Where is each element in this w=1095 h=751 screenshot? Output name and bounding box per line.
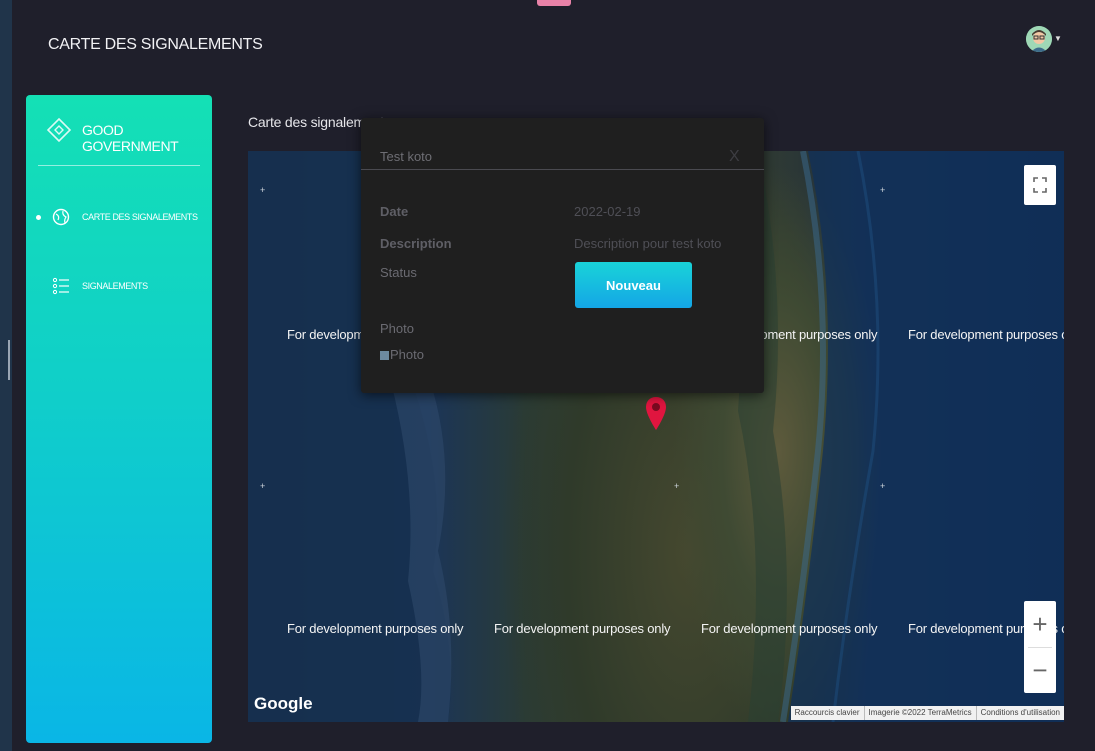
edge-handle-icon bbox=[8, 340, 14, 380]
sidebar-item-label: CARTE DES SIGNALEMENTS bbox=[82, 212, 198, 222]
zoom-control: + − bbox=[1024, 601, 1056, 693]
signalement-popup: Test koto X Date 2022-02-19 Description … bbox=[361, 118, 764, 393]
description-label: Description bbox=[380, 236, 452, 251]
sidebar-brand: GOOD GOVERNMENT bbox=[82, 122, 179, 154]
grid-mark: + bbox=[260, 185, 266, 195]
grid-mark: + bbox=[260, 481, 266, 491]
top-indicator bbox=[537, 0, 571, 6]
popup-divider bbox=[361, 169, 764, 170]
popup-title: Test koto bbox=[380, 149, 433, 164]
map-pin-icon[interactable] bbox=[645, 396, 667, 432]
close-button[interactable]: X bbox=[729, 148, 740, 166]
photo-alt-text: Photo bbox=[390, 347, 424, 362]
date-label: Date bbox=[380, 204, 409, 219]
grid-mark: + bbox=[674, 481, 680, 491]
status-label: Status bbox=[380, 265, 417, 280]
sidebar-item-signalements[interactable]: SIGNALEMENTS bbox=[26, 271, 212, 301]
sidebar-item-carte[interactable]: CARTE DES SIGNALEMENTS bbox=[26, 202, 212, 232]
avatar-caret-icon[interactable]: ▼ bbox=[1054, 34, 1062, 43]
status-button[interactable]: Nouveau bbox=[575, 262, 692, 308]
date-value: 2022-02-19 bbox=[574, 204, 641, 219]
map-attribution: Raccourcis clavier Imagerie ©2022 TerraM… bbox=[790, 706, 1064, 720]
dev-watermark: For development purposes only bbox=[287, 621, 464, 636]
active-bullet-icon bbox=[36, 214, 41, 220]
sidebar-divider bbox=[38, 165, 200, 166]
photo-label: Photo bbox=[380, 321, 414, 336]
grid-mark: + bbox=[880, 481, 886, 491]
keyboard-shortcuts-link[interactable]: Raccourcis clavier bbox=[791, 706, 864, 720]
dev-watermark: For development purposes only bbox=[494, 621, 671, 636]
user-avatar[interactable] bbox=[1026, 26, 1052, 52]
zoom-out-button[interactable]: − bbox=[1024, 647, 1056, 693]
zoom-in-button[interactable]: + bbox=[1024, 601, 1056, 647]
broken-image-icon bbox=[380, 351, 389, 361]
grid-mark: + bbox=[880, 185, 886, 195]
fullscreen-button[interactable] bbox=[1024, 165, 1056, 205]
photo-image: Photo bbox=[380, 347, 424, 362]
dev-watermark: For development purposes only bbox=[908, 327, 1064, 342]
globe-icon bbox=[52, 208, 70, 226]
imagery-credit: Imagerie ©2022 TerraMetrics bbox=[863, 706, 976, 720]
description-value: Description pour test koto bbox=[574, 236, 722, 251]
fullscreen-icon bbox=[1033, 177, 1047, 193]
terms-link[interactable]: Conditions d'utilisation bbox=[975, 706, 1064, 720]
avatar-face-icon bbox=[1026, 26, 1052, 52]
logo-icon bbox=[46, 117, 72, 143]
list-icon bbox=[52, 277, 69, 295]
sidebar: GOOD GOVERNMENT CARTE DES SIGNALEMENTS S… bbox=[26, 95, 212, 743]
dev-watermark: For development purposes only bbox=[701, 621, 878, 636]
google-logo: Google bbox=[254, 694, 313, 713]
sidebar-item-label: SIGNALEMENTS bbox=[82, 281, 148, 291]
page-title: CARTE DES SIGNALEMENTS bbox=[48, 36, 263, 53]
